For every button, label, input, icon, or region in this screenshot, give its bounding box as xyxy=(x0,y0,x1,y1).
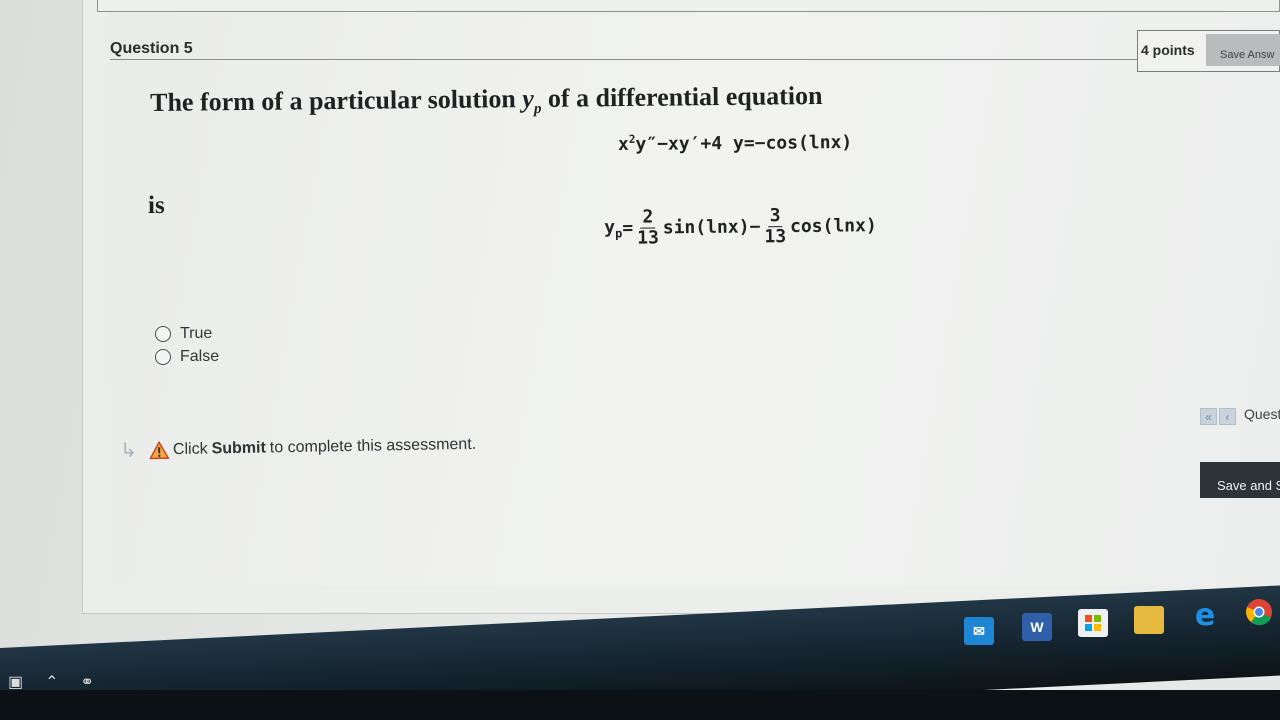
submit-notice-suffix: to complete this assessment. xyxy=(269,435,477,456)
equation-part1: x xyxy=(617,133,629,156)
people-icon[interactable]: ⚭ xyxy=(81,672,94,692)
first-question-button[interactable]: « xyxy=(1200,408,1217,425)
solution-term-1: sin(lnx)− xyxy=(662,216,761,239)
corner-arrow-icon: ↳ xyxy=(120,439,138,462)
store-icon[interactable] xyxy=(1078,609,1108,637)
fraction-2: 3 13 xyxy=(762,205,788,248)
solution-lhs: yp xyxy=(604,217,622,241)
solution-lhs-var: y xyxy=(604,216,616,238)
chrome-logo-icon xyxy=(1246,599,1272,626)
equation-part2: y″−xy′+4 y=−cos(lnx) xyxy=(635,131,853,155)
option-false[interactable]: False xyxy=(155,345,219,368)
option-true-label: True xyxy=(180,324,213,342)
header-divider xyxy=(110,59,1140,60)
taskbar-base xyxy=(0,690,1280,720)
word-icon[interactable]: W xyxy=(1022,613,1052,641)
store-grid-icon xyxy=(1085,615,1101,631)
particular-solution: yp = 2 13 sin(lnx)− 3 13 cos(lnx) xyxy=(604,205,877,249)
fraction-2-numerator: 3 xyxy=(767,205,783,228)
previous-question-box xyxy=(97,0,1280,12)
fraction-1: 2 13 xyxy=(635,206,661,249)
question-var: y xyxy=(522,83,535,114)
question-intro: The form of a particular solution xyxy=(150,84,516,117)
question-title: Question 5 xyxy=(110,40,193,57)
screen: Question 5 4 points Save Answ The form o… xyxy=(0,0,1280,720)
save-answer-button[interactable]: Save Answ xyxy=(1206,34,1280,66)
save-and-submit-button[interactable]: Save and S xyxy=(1200,462,1280,498)
option-false-label: False xyxy=(180,347,220,365)
file-explorer-icon[interactable] xyxy=(1134,606,1164,634)
points-label: 4 points xyxy=(1141,42,1195,58)
question-text: The form of a particular solution yp of … xyxy=(150,81,823,122)
question-nav-label: Quest xyxy=(1244,406,1280,422)
radio-false[interactable] xyxy=(155,348,171,365)
submit-notice-prefix: Click xyxy=(172,439,208,458)
system-tray: ▣ ⌃ ⚭ xyxy=(8,672,94,692)
differential-equation: x2y″−xy′+4 y=−cos(lnx) xyxy=(618,131,852,155)
chrome-icon[interactable] xyxy=(1244,598,1274,626)
solution-equals: = xyxy=(622,217,634,239)
fraction-1-denominator: 13 xyxy=(637,227,660,249)
previous-question-button[interactable]: ‹ xyxy=(1219,408,1236,425)
solution-term-2: cos(lnx) xyxy=(789,215,877,238)
submit-notice-bold: Submit xyxy=(211,438,266,457)
answer-options: True False xyxy=(155,322,219,368)
warning-icon xyxy=(148,440,170,459)
option-true[interactable]: True xyxy=(155,322,219,345)
fraction-1-numerator: 2 xyxy=(640,206,656,229)
edge-icon[interactable]: e xyxy=(1190,598,1220,633)
question-navigation: « ‹ xyxy=(1200,408,1236,425)
question-var-sub: p xyxy=(533,101,542,118)
mail-icon[interactable]: ✉ xyxy=(964,617,994,645)
is-label: is xyxy=(148,192,165,219)
question-tail: of a differential equation xyxy=(547,80,823,113)
radio-true[interactable] xyxy=(155,325,171,342)
fraction-2-denominator: 13 xyxy=(764,226,787,248)
chevron-up-icon[interactable]: ⌃ xyxy=(45,672,58,692)
battery-icon[interactable]: ▣ xyxy=(8,672,23,692)
